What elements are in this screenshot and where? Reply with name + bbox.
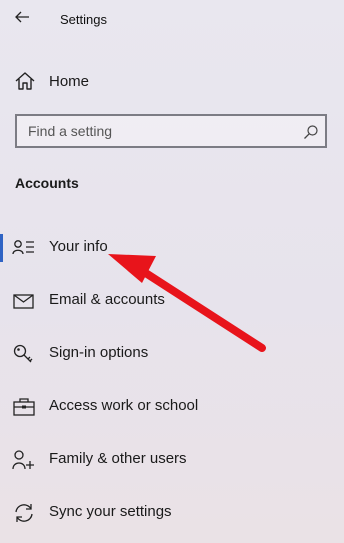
home-nav-item[interactable]: Home [0, 66, 344, 98]
home-label: Home [49, 73, 90, 90]
nav-item-family-other-users[interactable]: Family & other users [0, 440, 344, 480]
back-arrow-icon [15, 11, 29, 23]
title-bar: Settings [0, 0, 344, 40]
nav-item-email-accounts[interactable]: Email & accounts [0, 281, 344, 321]
nav-item-label: Access work or school [49, 397, 199, 414]
search-input[interactable]: Find a setting [15, 114, 327, 148]
nav-item-your-info[interactable]: Your info [0, 228, 344, 268]
window-title: Settings [60, 12, 107, 27]
nav-item-label: Sync your settings [49, 503, 172, 520]
nav-item-label: Sign-in options [49, 344, 149, 361]
back-button[interactable] [8, 6, 36, 28]
mail-icon [13, 294, 34, 309]
home-icon [15, 72, 35, 90]
nav-item-sign-in-options[interactable]: Sign-in options [0, 334, 344, 374]
search-placeholder: Find a setting [28, 123, 113, 139]
key-icon [13, 344, 33, 363]
nav-item-label: Your info [49, 238, 108, 255]
add-person-icon [12, 450, 34, 470]
sync-icon [15, 504, 33, 522]
nav-item-label: Family & other users [49, 450, 187, 467]
nav-item-sync-settings[interactable]: Sync your settings [0, 493, 344, 533]
briefcase-icon [13, 398, 35, 416]
person-card-icon [12, 240, 34, 255]
search-icon [304, 125, 318, 139]
nav-item-label: Email & accounts [49, 291, 165, 308]
nav-item-access-work-school[interactable]: Access work or school [0, 387, 344, 427]
section-title: Accounts [15, 175, 79, 191]
